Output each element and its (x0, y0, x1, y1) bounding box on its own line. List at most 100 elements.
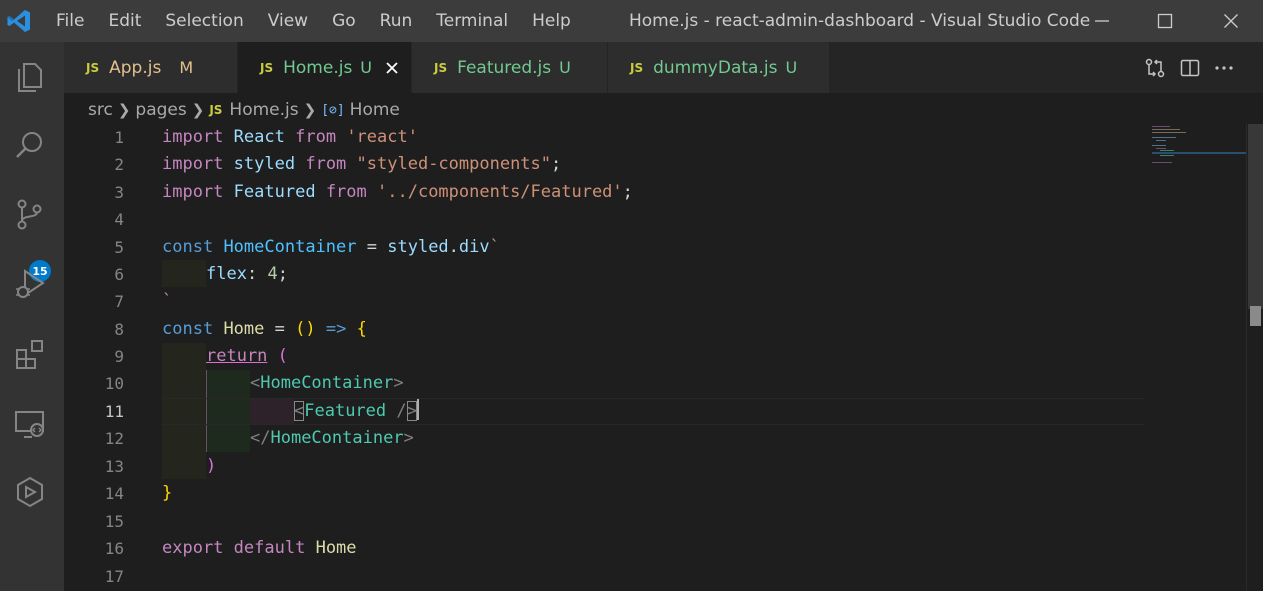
js-file-icon: JS (630, 60, 644, 75)
token: flex (206, 264, 247, 284)
breadcrumb-symbol[interactable]: Home (350, 100, 400, 120)
code-line: 16 export default Home (64, 535, 1144, 562)
more-actions-button[interactable] (1214, 58, 1234, 78)
search-view-button[interactable] (10, 125, 50, 165)
minimap-line (1160, 150, 1174, 151)
line-number: 1 (114, 128, 124, 147)
menu-bar: File Edit Selection View Go Run Terminal… (44, 0, 583, 42)
menu-file[interactable]: File (44, 0, 96, 42)
token: from (295, 127, 337, 147)
menu-selection[interactable]: Selection (153, 0, 255, 42)
breadcrumb-folder-pages[interactable]: pages (135, 100, 186, 120)
title-bar: File Edit Selection View Go Run Terminal… (0, 0, 1263, 42)
code-editor[interactable]: 1 import React from 'react' 2 import sty… (64, 124, 1263, 591)
token: Home (223, 319, 265, 339)
tab-app-js[interactable]: JS App.js M (64, 42, 238, 93)
split-editor-icon (1180, 59, 1200, 76)
code-text: import React from 'react' (162, 124, 418, 151)
minimap-line (1152, 162, 1172, 163)
minimap-line (1152, 137, 1176, 138)
minimap-line (1152, 126, 1170, 127)
open-changes-button[interactable] (1144, 57, 1166, 79)
tab-label: dummyData.js (653, 57, 778, 78)
code-text: import Featured from '../components/Feat… (162, 179, 633, 206)
close-window-button[interactable] (1203, 0, 1259, 42)
token: > (403, 428, 414, 448)
maximize-icon (1157, 13, 1173, 29)
line-number: 14 (104, 484, 124, 503)
split-editor-button[interactable] (1180, 58, 1200, 78)
menu-help[interactable]: Help (520, 0, 583, 42)
tab-git-status: U (559, 58, 571, 77)
text-cursor (416, 399, 419, 420)
token: import (162, 182, 224, 202)
symbol-variable-icon: [⊘] (321, 102, 345, 118)
minimap-line (1152, 145, 1166, 146)
menu-go[interactable]: Go (320, 0, 368, 42)
tab-label: Home.js (283, 57, 353, 78)
menu-view[interactable]: View (256, 0, 320, 42)
minimize-button[interactable] (1074, 0, 1130, 42)
extensions-button[interactable] (10, 334, 50, 374)
token: () (295, 319, 316, 339)
docker-extension-button[interactable] (10, 472, 50, 512)
editor-actions (1144, 42, 1234, 93)
minimap-line (1156, 140, 1166, 141)
line-number: 6 (114, 265, 124, 284)
tab-home-js[interactable]: JS Home.js U (238, 42, 412, 93)
maximize-button[interactable] (1137, 0, 1193, 42)
search-icon (16, 132, 42, 158)
token: => (325, 319, 347, 339)
token: < (250, 373, 261, 393)
line-number: 17 (104, 567, 124, 586)
minimap[interactable] (1148, 124, 1246, 591)
tab-git-status: M (179, 58, 194, 77)
minimap-current-line (1152, 152, 1246, 154)
code-line: 17 (64, 563, 1144, 590)
tab-dummydata-js[interactable]: JS dummyData.js U (608, 42, 830, 93)
token: ( (277, 346, 288, 366)
js-file-icon: JS (86, 60, 100, 75)
vscode-window: File Edit Selection View Go Run Terminal… (0, 0, 1263, 591)
activity-bar: 15 (0, 42, 64, 591)
line-number: 11 (104, 402, 124, 421)
code-text: </HomeContainer> (250, 425, 414, 452)
token: export (162, 538, 224, 558)
token: styled (233, 154, 296, 174)
vscode-logo-icon[interactable] (6, 8, 32, 34)
menu-edit[interactable]: Edit (96, 0, 153, 42)
code-line: 8 const Home = () => { (64, 316, 1144, 343)
line-number: 16 (104, 539, 124, 558)
menu-run[interactable]: Run (368, 0, 425, 42)
remote-explorer-icon (15, 411, 44, 438)
explorer-button[interactable] (10, 56, 50, 96)
token: ; (277, 264, 288, 284)
tab-git-status: U (360, 58, 373, 77)
remote-explorer-button[interactable] (10, 404, 50, 444)
token: } (162, 483, 173, 503)
files-icon (18, 63, 42, 92)
line-number: 2 (114, 155, 124, 174)
code-line: 10 <HomeContainer> (64, 370, 1144, 397)
scrollbar-thumb[interactable] (1248, 124, 1263, 309)
breadcrumb-folder-src[interactable]: src (88, 100, 113, 120)
code-line: 4 (64, 206, 1144, 233)
breadcrumb: src ❯ pages ❯ JS Home.js ❯ [⊘] Home (88, 96, 400, 124)
menu-terminal[interactable]: Terminal (424, 0, 520, 42)
run-debug-button[interactable] (10, 264, 50, 304)
tab-close-button[interactable] (384, 60, 400, 76)
code-line: 12 </HomeContainer> (64, 425, 1144, 452)
breadcrumb-file[interactable]: Home.js (229, 100, 298, 120)
token: React (233, 127, 285, 147)
token: 'react' (346, 127, 418, 147)
line-number: 13 (104, 457, 124, 476)
code-line: 15 (64, 508, 1144, 535)
source-control-button[interactable] (10, 194, 50, 234)
tab-featured-js[interactable]: JS Featured.js U (412, 42, 608, 93)
line-number: 9 (114, 347, 124, 366)
code-text: } (162, 480, 172, 507)
vertical-scrollbar[interactable] (1246, 124, 1263, 591)
token: / (396, 401, 407, 421)
token: Featured (304, 401, 387, 421)
tab-label: Featured.js (457, 57, 552, 78)
